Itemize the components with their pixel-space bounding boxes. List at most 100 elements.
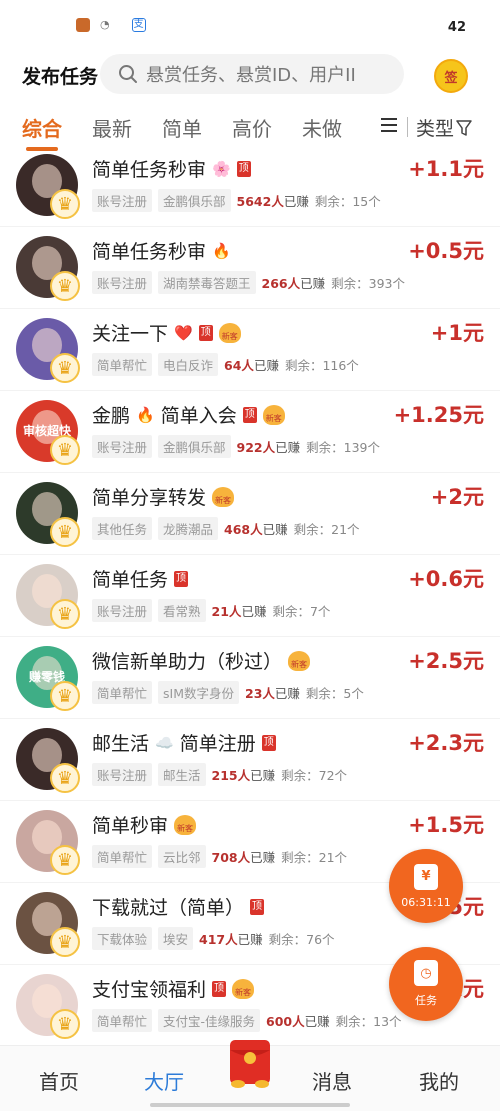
funnel-icon [456,119,472,136]
remaining-count: 剩余：7个 [272,604,331,619]
top-badge: 顶 [174,570,189,587]
remaining-count: 剩余：139个 [306,440,380,455]
earned-suffix: 已赚 [275,440,301,455]
new-user-badge: 新客 [174,814,197,835]
task-title-row: 关注一下 ❤️ 顶新客 [92,319,241,346]
top-badge: 顶 [250,898,265,915]
task-row[interactable]: ♛ 简单任务秒审 🌸 顶 +1.1元 账号注册 金鹏俱乐部 5642人已赚 剩余：1… [0,145,500,227]
earned-number: 922人 [236,440,276,455]
earned-number: 21人 [211,604,242,619]
earned-count: 215人已赚 [212,765,276,784]
task-emoji: 🌸 [212,159,231,178]
task-meta: 账号注册 邮生活 215人已赚 剩余：72个 [92,763,347,786]
crown-badge-icon: ♛ [50,763,80,793]
remaining-count: 剩余：72个 [281,768,348,783]
task-float-label: 任务 [415,994,437,1007]
crown-badge-icon: ♛ [50,353,80,383]
battery-level: 42 [447,20,466,35]
task-category-tag: 账号注册 [92,435,153,458]
earned-suffix: 已赚 [241,604,267,619]
header: 发布任务 悬赏任务、悬赏ID、用户II 签 [0,52,500,98]
tab-not-done[interactable]: 未做 [302,113,342,142]
task-meta: 下载体验 埃安 417人已赚 剩余：76个 [92,927,335,950]
task-row[interactable]: ♛ 关注一下 ❤️ 顶新客 +1元 简单帮忙 电白反诈 64人已赚 剩余：116个 [0,309,500,391]
crown-badge-icon: ♛ [50,435,80,465]
task-category-tag: 简单帮忙 [92,1009,153,1032]
earned-count: 417人已赚 [199,929,263,948]
bottom-nav: 首页 大厅 消息 我的 [0,1040,500,1111]
crown-badge-icon: ♛ [50,845,80,875]
checkin-button[interactable]: 签 [434,59,468,93]
earned-count: 21人已赚 [212,601,267,620]
task-title: 微信新单助力（秒过） [92,651,283,673]
tab-comprehensive[interactable]: 综合 [22,113,62,151]
type-filter-button[interactable]: 类型 [416,114,472,141]
task-publisher-tag: 金鹏俱乐部 [158,435,231,458]
task-category-tag: 简单帮忙 [92,845,153,868]
tab-high-price[interactable]: 高价 [232,113,272,142]
status-icons: ◔ 支 [76,18,146,32]
crown-badge-icon: ♛ [50,517,80,547]
earned-suffix: 已赚 [274,686,300,701]
tab-simple[interactable]: 简单 [162,113,202,142]
task-title: 关注一下 [92,323,169,345]
red-packet-icon[interactable] [224,1036,276,1090]
app-notification-icon [76,18,90,32]
task-float-button[interactable]: ◷ 任务 [389,947,463,1021]
task-reward: +2元 [430,485,484,509]
menu-icon[interactable] [381,118,397,132]
task-row[interactable]: ♛ 简单任务秒审 🔥 +0.5元 账号注册 湖南禁毒答题王 266人已赚 剩余：3… [0,227,500,309]
task-title-row: 简单秒审 新客 [92,811,197,838]
task-title-row: 简单任务秒审 🌸 顶 [92,155,251,182]
task-category-tag: 下载体验 [92,927,153,950]
task-row[interactable]: ♛ 邮生活 ☁️ 简单注册顶 +2.3元 账号注册 邮生活 215人已赚 剩余：72… [0,719,500,801]
nav-mine[interactable]: 我的 [419,1066,459,1095]
task-row[interactable]: 赚零钱 ♛ 微信新单助力（秒过） 新客 +2.5元 简单帮忙 sIM数字身份 23… [0,637,500,719]
task-title: 支付宝领福利 [92,979,207,1001]
task-row[interactable]: ♛ 简单任务顶 +0.6元 账号注册 看常熟 21人已赚 剩余：7个 [0,555,500,637]
task-meta: 简单帮忙 sIM数字身份 23人已赚 剩余：5个 [92,681,364,704]
nav-hall[interactable]: 大厅 [144,1066,184,1095]
earned-suffix: 已赚 [304,1014,330,1029]
task-row[interactable]: 审核超快 ♛ 金鹏 🔥 简单入会顶新客 +1.25元 账号注册 金鹏俱乐部 922人… [0,391,500,473]
task-clock-icon: ◷ [414,960,438,986]
earned-count: 600人已赚 [266,1011,330,1030]
remaining-count: 剩余：21个 [293,522,360,537]
nav-home[interactable]: 首页 [39,1066,79,1095]
task-title: 金鹏 [92,405,131,427]
task-row[interactable]: ♛ 简单分享转发 新客 +2元 其他任务 龙腾潮品 468人已赚 剩余：21个 [0,473,500,555]
task-reward: +1.25元 [393,403,484,427]
task-publisher-tag: 邮生活 [158,763,206,786]
top-badge: 顶 [261,734,276,751]
home-indicator [150,1103,350,1107]
task-meta: 账号注册 湖南禁毒答题王 266人已赚 剩余：393个 [92,271,405,294]
task-meta: 简单帮忙 支付宝-佳缘服务 600人已赚 剩余：13个 [92,1009,402,1032]
task-category-tag: 账号注册 [92,599,153,622]
page-title[interactable]: 发布任务 [22,62,100,89]
task-category-tag: 账号注册 [92,763,153,786]
timer-float-button[interactable]: ¥ 06:31:11 [389,849,463,923]
task-reward: +1.1元 [408,157,484,181]
earned-suffix: 已赚 [283,194,309,209]
task-title-row: 简单任务顶 [92,565,189,592]
task-publisher-tag: 金鹏俱乐部 [158,189,231,212]
red-envelope-icon: ¥ [414,863,438,890]
chat-notification-icon: ◔ [100,18,110,31]
nav-messages[interactable]: 消息 [312,1066,352,1095]
task-title: 下载就过（简单） [92,897,245,919]
earned-suffix: 已赚 [250,768,276,783]
task-reward: +0.5元 [408,239,484,263]
earned-count: 922人已赚 [237,437,301,456]
earned-count: 23人已赚 [245,683,300,702]
crown-badge-icon: ♛ [50,927,80,957]
task-emoji: ❤️ [174,323,193,342]
task-publisher-tag: 支付宝-佳缘服务 [158,1009,261,1032]
earned-suffix: 已赚 [300,276,326,291]
task-title-row: 金鹏 🔥 简单入会顶新客 [92,401,285,428]
crown-badge-icon: ♛ [50,599,80,629]
crown-badge-icon: ♛ [50,681,80,711]
new-user-badge: 新客 [212,486,235,507]
task-meta: 其他任务 龙腾潮品 468人已赚 剩余：21个 [92,517,360,540]
tab-latest[interactable]: 最新 [92,113,132,142]
search-bar[interactable]: 悬赏任务、悬赏ID、用户II [100,54,404,94]
